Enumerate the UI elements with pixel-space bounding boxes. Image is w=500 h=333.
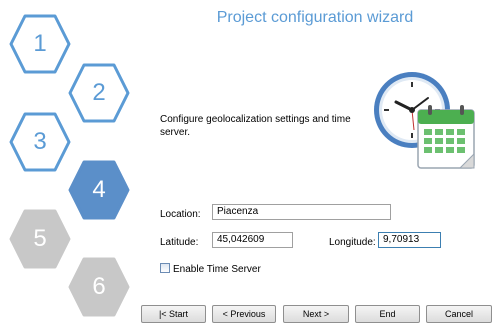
next-button[interactable]: Next > xyxy=(283,305,349,323)
cancel-button[interactable]: Cancel xyxy=(426,305,492,323)
wizard-title: Project configuration wizard xyxy=(216,9,414,26)
time-server-option[interactable]: Enable Time Server xyxy=(160,263,261,275)
latitude-input[interactable]: 45,042609 xyxy=(212,232,293,248)
step-5-number: 5 xyxy=(33,225,47,252)
step-3-number: 3 xyxy=(33,128,47,155)
end-button[interactable]: End xyxy=(355,305,420,323)
step-4-number: 4 xyxy=(92,176,106,203)
time-server-label: Enable Time Server xyxy=(173,264,261,275)
latitude-label: Latitude: xyxy=(160,237,199,248)
step-1: 1 xyxy=(8,12,72,76)
longitude-input[interactable]: 9,70913 xyxy=(378,232,441,248)
step-5: 5 xyxy=(8,207,72,271)
step-4-current: 4 xyxy=(67,158,131,222)
time-server-checkbox[interactable] xyxy=(160,263,170,273)
start-button[interactable]: |< Start xyxy=(141,305,206,323)
step-6: 6 xyxy=(67,255,131,319)
step-1-number: 1 xyxy=(33,30,47,57)
step-3: 3 xyxy=(8,110,72,174)
previous-button[interactable]: < Previous xyxy=(212,305,276,323)
location-input[interactable]: Piacenza xyxy=(212,204,391,220)
location-label: Location: xyxy=(160,209,201,220)
clock-calendar-icon xyxy=(368,68,480,176)
step-description: Configure geolocalization settings and t… xyxy=(160,114,351,138)
longitude-label: Longitude: xyxy=(329,237,376,248)
step-2: 2 xyxy=(67,61,131,125)
step-6-number: 6 xyxy=(92,273,106,300)
step-2-number: 2 xyxy=(92,79,106,106)
